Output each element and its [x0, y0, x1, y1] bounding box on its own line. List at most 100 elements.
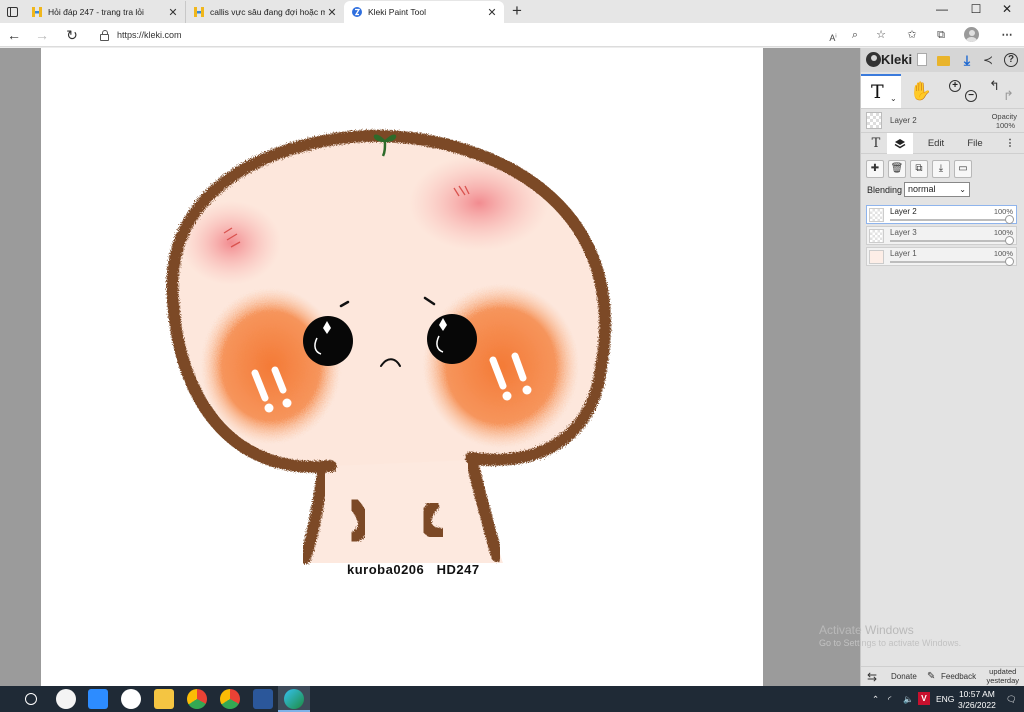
- forward-arrow-icon[interactable]: →: [32, 25, 52, 45]
- edge-icon[interactable]: [284, 689, 304, 709]
- tab-actions-button[interactable]: [0, 0, 24, 23]
- tab-strip: Hỏi đáp 247 - trang tra lỏi ✕ callis vực…: [0, 0, 1024, 23]
- current-layer-info: Layer 2 Opacity 100%: [861, 108, 1024, 132]
- tab-close-icon[interactable]: ✕: [325, 6, 339, 19]
- maximize-button[interactable]: ☐: [959, 0, 993, 18]
- redo-icon[interactable]: ↱: [1003, 88, 1014, 104]
- layer-opacity-slider[interactable]: [1005, 236, 1014, 245]
- feedback-button[interactable]: Feedback: [941, 667, 976, 687]
- layer-name: Layer 1: [890, 249, 917, 258]
- chevron-down-icon: ⌄: [959, 185, 966, 194]
- language-indicator[interactable]: ENG: [936, 686, 954, 712]
- tab-text[interactable]: T: [865, 133, 887, 154]
- tab-label: Kleki Paint Tool: [368, 7, 426, 17]
- back-arrow-icon[interactable]: ←: [4, 25, 24, 45]
- tab-close-icon[interactable]: ✕: [166, 6, 180, 19]
- hand-tool-icon[interactable]: ✋: [907, 78, 935, 104]
- collections-icon[interactable]: ⧉: [932, 26, 950, 44]
- blending-value: normal: [908, 184, 936, 194]
- drawing-canvas[interactable]: kuroba0206 HD247: [41, 48, 763, 686]
- layer-item-layer-2[interactable]: Layer 2 100%: [866, 205, 1017, 224]
- tab-callis[interactable]: callis vực sâu đang đợi hoặc mãn ✕: [186, 1, 344, 23]
- layer-item-layer-1[interactable]: Layer 1 100%: [866, 247, 1017, 266]
- tray-chevron-icon[interactable]: ⌃: [872, 686, 879, 712]
- open-folder-icon[interactable]: [937, 56, 950, 66]
- zalo-app-icon[interactable]: [121, 689, 141, 709]
- read-aloud-icon[interactable]: Aᵢ: [824, 26, 842, 44]
- zoom-in-icon[interactable]: +: [949, 80, 961, 92]
- zoom-meetings-icon[interactable]: [88, 689, 108, 709]
- kleki-favicon-icon: [352, 7, 362, 17]
- duplicate-layer-icon[interactable]: ⧉: [910, 160, 928, 178]
- updated-label[interactable]: updated yesterday: [986, 667, 1019, 685]
- minimize-button[interactable]: —: [925, 0, 959, 18]
- undo-icon[interactable]: ↰: [989, 78, 1000, 94]
- zoom-icon[interactable]: ⌕: [846, 26, 864, 44]
- chevron-down-icon[interactable]: ⌄: [890, 94, 897, 103]
- tab-hoi-dap[interactable]: Hỏi đáp 247 - trang tra lỏi ✕: [24, 1, 186, 23]
- layer-opacity-slider[interactable]: [1005, 257, 1014, 266]
- volume-icon[interactable]: 🔈: [903, 686, 914, 712]
- hoidap-favicon-icon: [32, 7, 42, 17]
- layer-item-layer-3[interactable]: Layer 3 100%: [866, 226, 1017, 245]
- chrome-profile-icon[interactable]: [220, 689, 240, 709]
- right-eye: [427, 314, 477, 364]
- tab-file[interactable]: File: [959, 133, 991, 154]
- paint-app-icon[interactable]: [56, 689, 76, 709]
- layer-thumbnail: [869, 250, 884, 264]
- layer-opacity-slider[interactable]: [1005, 215, 1014, 224]
- url-field[interactable]: https://kleki.com: [94, 25, 812, 45]
- merge-down-icon[interactable]: ⤓: [932, 160, 950, 178]
- close-window-button[interactable]: ✕: [990, 0, 1024, 18]
- tab-actions-icon: [6, 6, 18, 17]
- swap-sides-icon[interactable]: ⇆: [867, 667, 877, 687]
- text-tool-button[interactable]: T ⌄: [861, 74, 901, 108]
- chrome-icon[interactable]: [187, 689, 207, 709]
- canvas-workspace[interactable]: kuroba0206 HD247: [0, 48, 860, 686]
- orange-blush-right: [423, 284, 579, 448]
- canvas-watermark-text: kuroba0206 HD247: [347, 562, 480, 577]
- current-layer-name: Layer 2: [890, 116, 917, 125]
- delete-layer-icon[interactable]: 🗑: [888, 160, 906, 178]
- tab-kleki[interactable]: Kleki Paint Tool ✕: [344, 1, 504, 23]
- more-menu-icon[interactable]: ⋯: [998, 26, 1016, 44]
- favorite-star-icon[interactable]: ☆: [872, 26, 890, 44]
- file-explorer-icon[interactable]: [154, 689, 174, 709]
- blending-select[interactable]: normal ⌄: [904, 182, 970, 197]
- clock-time: 10:57 AM: [958, 689, 995, 699]
- tab-layers[interactable]: [887, 133, 913, 154]
- tab-edit[interactable]: Edit: [919, 133, 953, 154]
- share-icon[interactable]: ≺: [980, 52, 996, 68]
- new-tab-button[interactable]: +: [508, 2, 526, 20]
- download-icon[interactable]: ⤓: [959, 52, 975, 68]
- profile-avatar-icon[interactable]: [964, 27, 979, 42]
- tool-row: T ⌄ ✋ + − ↰ ↱: [861, 74, 1024, 108]
- blending-label: Blending: [867, 185, 903, 195]
- kleki-logo-icon: [866, 52, 881, 67]
- new-image-icon[interactable]: [917, 53, 927, 66]
- word-icon[interactable]: [253, 689, 273, 709]
- donate-button[interactable]: Donate: [891, 667, 917, 687]
- more-options-icon[interactable]: ⋮: [1003, 133, 1017, 154]
- pink-blush-right: [409, 155, 549, 251]
- start-button[interactable]: [0, 686, 15, 712]
- system-clock[interactable]: 10:57 AM 3/26/2022: [958, 689, 996, 711]
- layer-opacity-track[interactable]: [890, 219, 1013, 221]
- add-layer-icon[interactable]: ✚: [866, 160, 884, 178]
- search-icon[interactable]: [25, 693, 37, 705]
- rename-layer-icon[interactable]: ▭: [954, 160, 972, 178]
- favorites-icon[interactable]: ✩: [903, 26, 921, 44]
- tab-close-icon[interactable]: ✕: [485, 6, 499, 19]
- vietnamese-input-icon[interactable]: V: [918, 692, 930, 705]
- zoom-out-icon[interactable]: −: [965, 90, 977, 102]
- notification-icon[interactable]: 🗨: [1006, 686, 1017, 712]
- help-icon[interactable]: ?: [1004, 53, 1018, 67]
- layer-opacity-track[interactable]: [890, 240, 1013, 242]
- layer-name: Layer 3: [890, 228, 917, 237]
- layer-opacity-track[interactable]: [890, 261, 1013, 263]
- network-icon[interactable]: ◜: [888, 686, 891, 712]
- refresh-icon[interactable]: ↻: [62, 25, 82, 45]
- right-exclaim-dot-2: [522, 385, 532, 395]
- app-name: Kleki: [881, 52, 913, 67]
- opacity-value: 100%: [995, 121, 1015, 130]
